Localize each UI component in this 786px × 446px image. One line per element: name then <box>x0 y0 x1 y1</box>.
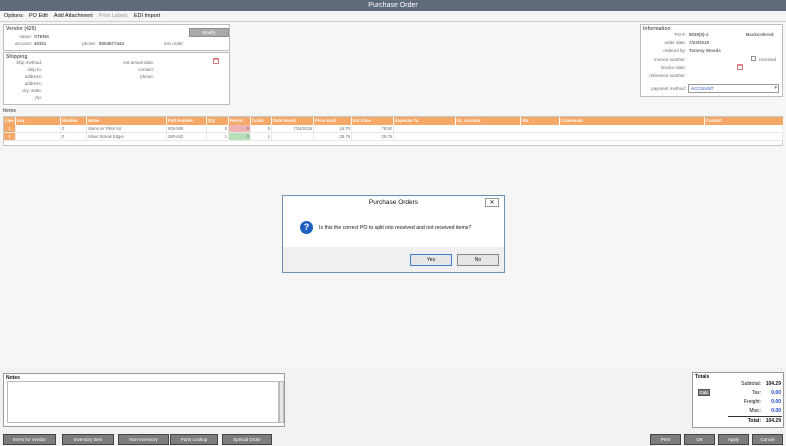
non-inventory-button[interactable]: Non-Inventory <box>118 434 169 445</box>
notes-textarea[interactable] <box>7 381 279 423</box>
calc-button[interactable]: Calc <box>698 389 710 396</box>
ok-button[interactable]: OK <box>684 434 715 445</box>
parts-lookup-button[interactable]: Parts Lookup <box>170 434 218 445</box>
subtotal-value: 104.29 <box>765 381 781 387</box>
freight-label: Freight: <box>744 399 761 405</box>
totals-panel: Totals Subtotal: 104.29 Calc Tax: 0.00 F… <box>692 372 784 428</box>
total-value: 104.29 <box>765 418 781 424</box>
special-order-button[interactable]: Special Order <box>222 434 272 445</box>
notes-scrollbar[interactable] <box>279 381 284 423</box>
items-for-vendor-button[interactable]: Items for Vendor <box>3 434 56 445</box>
window-title: Purchase Order <box>368 2 418 9</box>
close-icon[interactable]: ✕ <box>485 198 499 207</box>
title-bar: Purchase Order <box>0 0 786 11</box>
question-icon: ? <box>300 221 313 234</box>
misc-value[interactable]: 0.00 <box>763 408 781 414</box>
apply-button[interactable]: Apply <box>718 434 749 445</box>
yes-button[interactable]: Yes <box>410 254 452 266</box>
no-button[interactable]: No <box>457 254 499 266</box>
menu-options[interactable]: Options <box>4 13 23 19</box>
totals-divider <box>728 416 782 417</box>
dialog-body: ? Is this the correct PO to split into r… <box>283 210 504 247</box>
menu-po-edit[interactable]: PO Edit <box>29 13 48 19</box>
totals-title: Totals <box>695 374 710 380</box>
tax-label: Tax: <box>751 390 761 396</box>
cancel-button[interactable]: Cancel <box>752 434 783 445</box>
dialog-message: Is this the correct PO to split into rec… <box>319 225 472 231</box>
subtotal-label: Subtotal: <box>741 381 761 387</box>
print-button[interactable]: Print <box>650 434 681 445</box>
total-label: Total: <box>747 418 761 424</box>
menu-edi-import[interactable]: EDI Import <box>134 13 160 19</box>
menu-bar: Options PO Edit Add Attachment Print Lab… <box>0 11 786 22</box>
menu-print-labels[interactable]: Print Labels <box>99 13 128 19</box>
dialog-title: Purchase Orders <box>283 196 504 210</box>
misc-label: Misc: <box>749 408 761 414</box>
inventory-item-button[interactable]: Inventory Item <box>62 434 114 445</box>
menu-add-attachment[interactable]: Add Attachment <box>54 13 93 19</box>
notes-panel: Notes <box>3 373 285 427</box>
freight-value[interactable]: 0.00 <box>763 399 781 405</box>
confirm-dialog: Purchase Orders ✕ ? Is this the correct … <box>282 195 505 273</box>
tax-value[interactable]: 0.00 <box>763 390 781 396</box>
